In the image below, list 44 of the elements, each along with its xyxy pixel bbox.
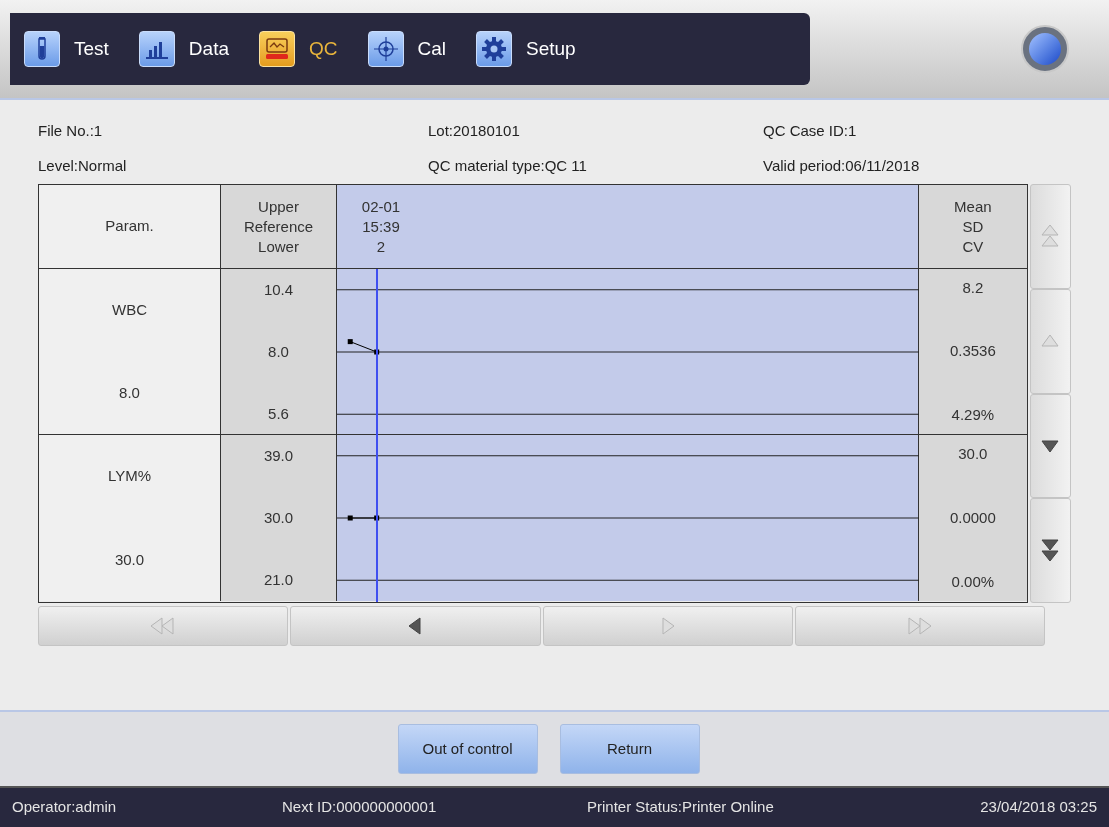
info-label: QC material type:QC 11 — [428, 156, 588, 177]
status-text: Printer Status:Printer Online — [587, 797, 774, 818]
status-text: 23/04/2018 03:25 — [980, 797, 1097, 818]
reference-value: 39.0 — [262, 446, 295, 465]
reference-value: 8.0 — [267, 343, 290, 361]
status-text: Next ID:000000000001 — [282, 797, 438, 818]
statistic-value: 30.0 — [958, 444, 988, 464]
chart-header-cell: 02-01 15:39 2 — [337, 185, 919, 268]
point-nav-button[interactable] — [542, 606, 793, 646]
point-nav-button[interactable] — [38, 606, 289, 646]
statistic-value: 0.3536 — [949, 341, 996, 362]
statistic-value: 0.0000 — [949, 507, 996, 528]
parameter-name: LYM% — [107, 466, 152, 486]
nav-tab[interactable]: QC — [259, 31, 338, 67]
table-header-cell: Mean SD CV — [919, 185, 1027, 268]
nav-tab[interactable]: Setup — [476, 31, 576, 67]
nav-tab[interactable]: Cal — [367, 31, 446, 67]
table-header-cell: Upper Reference Lower — [221, 185, 337, 268]
scroll-button[interactable] — [1029, 498, 1071, 603]
status-text: Operator:admin — [12, 797, 118, 818]
info-label: File No.:1 — [38, 121, 104, 142]
nav-tab[interactable]: Data — [138, 31, 229, 67]
status-light-icon — [1021, 25, 1069, 73]
target-value: 8.0 — [119, 382, 140, 403]
reference-value: 30.0 — [262, 509, 295, 527]
parameter-name: WBC — [112, 300, 147, 320]
info-label: Lot:20180101 — [428, 121, 521, 142]
point-nav-button[interactable] — [290, 606, 541, 646]
action-button[interactable]: Return — [559, 724, 700, 774]
reference-value: 5.6 — [267, 405, 290, 424]
reference-value: 21.0 — [262, 571, 295, 590]
statistic-value: 8.2 — [962, 278, 984, 298]
scroll-button[interactable] — [1029, 393, 1071, 499]
monitor-icon — [264, 37, 290, 61]
statistic-value: 4.29% — [951, 404, 995, 425]
action-button[interactable]: Out of control — [397, 724, 538, 774]
info-label: Level:Normal — [38, 156, 128, 177]
info-label: Valid period:06/11/2018 — [763, 156, 920, 177]
target-value: 30.0 — [114, 549, 145, 570]
table-header-cell: Param. — [39, 185, 221, 268]
statistic-value: 0.00% — [951, 571, 995, 592]
info-label: QC Case ID:1 — [763, 121, 857, 142]
reference-value: 10.4 — [262, 280, 295, 299]
nav-tab[interactable]: Test — [24, 31, 109, 67]
